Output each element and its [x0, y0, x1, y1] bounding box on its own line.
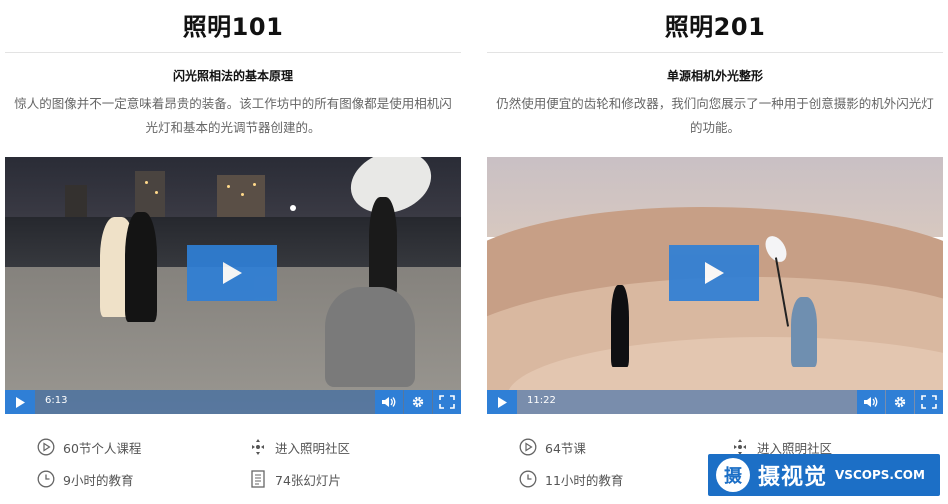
video-controls: 11:22: [487, 390, 943, 414]
play-icon: [498, 396, 507, 408]
gear-icon: [894, 396, 906, 408]
meta-slides: 74张幻灯片: [249, 468, 341, 490]
meta-hours-label: 11小时的教育: [545, 472, 624, 488]
play-icon: [16, 396, 25, 408]
course-description: 惊人的图像并不一定意味着昂贵的装备。该工作坊中的所有图像都是使用相机闪光灯和基本…: [14, 96, 452, 135]
meta-hours: 11小时的教育: [519, 468, 623, 490]
divider: [487, 52, 943, 53]
volume-button[interactable]: [375, 390, 403, 414]
meta-hours-label: 9小时的教育: [63, 472, 134, 488]
gear-icon: [412, 396, 424, 408]
course-title: 照明201: [664, 13, 766, 41]
meta-community-label: 进入照明社区: [275, 440, 351, 456]
video-time: 11:22: [527, 395, 556, 406]
video-controls: 6:13: [5, 390, 461, 414]
play-icon: [223, 262, 242, 284]
control-play-button[interactable]: [487, 390, 517, 414]
meta-slides-label: 74张幻灯片: [275, 472, 341, 488]
video-player[interactable]: 11:22: [487, 157, 943, 414]
course-meta: 60节个人课程 进入照明社区 9小时的教育 74张幻灯片: [5, 430, 461, 500]
course-card-101: 照明101 闪光照相法的基本原理 惊人的图像并不一定意味着昂贵的装备。该工作坊中…: [5, 0, 461, 488]
watermark-domain: VSCOPS.COM: [835, 468, 925, 482]
fullscreen-button[interactable]: [915, 390, 943, 414]
settings-button[interactable]: [886, 390, 914, 414]
site-watermark: 摄 摄视觉 VSCOPS.COM: [708, 454, 940, 496]
course-subtitle: 单源相机外光整形: [666, 69, 763, 83]
watermark-cn-text: 摄视觉: [758, 465, 828, 490]
meta-hours: 9小时的教育: [37, 468, 133, 490]
video-player[interactable]: 6:13: [5, 157, 461, 414]
meta-community[interactable]: 进入照明社区: [249, 436, 350, 458]
fullscreen-button[interactable]: [433, 390, 461, 414]
volume-icon: [864, 397, 878, 407]
clock-icon: [37, 470, 55, 488]
play-button[interactable]: [187, 245, 277, 301]
volume-button[interactable]: [857, 390, 885, 414]
control-play-button[interactable]: [5, 390, 35, 414]
meta-lessons-label: 60节个人课程: [63, 440, 142, 456]
watermark-logo-char: 摄: [724, 466, 742, 487]
fullscreen-icon: [921, 395, 937, 409]
volume-icon: [382, 397, 396, 407]
meta-lessons-label: 64节课: [545, 440, 586, 456]
course-subtitle: 闪光照相法的基本原理: [172, 69, 293, 83]
settings-button[interactable]: [404, 390, 432, 414]
slides-icon: [251, 470, 265, 488]
divider: [5, 52, 461, 53]
play-button[interactable]: [669, 245, 759, 301]
meta-lessons: 64节课: [519, 436, 586, 458]
play-circle-icon: [37, 438, 55, 456]
community-icon: [252, 439, 264, 455]
course-title: 照明101: [182, 13, 284, 41]
course-card-201: 照明201 单源相机外光整形 仍然使用便宜的齿轮和修改器，我们向您展示了一种用于…: [487, 0, 943, 488]
course-description: 仍然使用便宜的齿轮和修改器，我们向您展示了一种用于创意摄影的机外闪光灯的功能。: [496, 96, 934, 135]
video-time: 6:13: [45, 395, 68, 406]
meta-lessons: 60节个人课程: [37, 436, 141, 458]
play-circle-icon: [519, 438, 537, 456]
clock-icon: [519, 470, 537, 488]
watermark-logo: 摄: [716, 458, 750, 492]
fullscreen-icon: [439, 395, 455, 409]
play-icon: [705, 262, 724, 284]
